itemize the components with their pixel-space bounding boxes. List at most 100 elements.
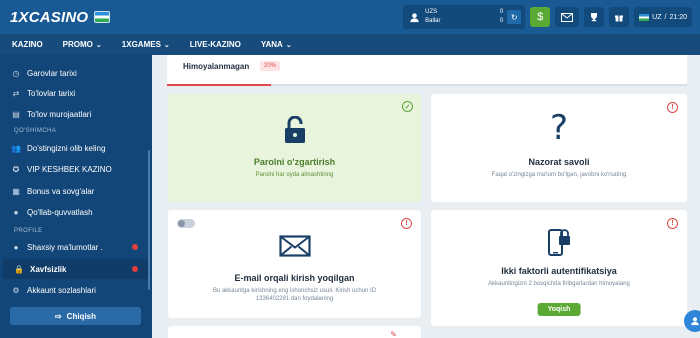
nav-item-yana[interactable]: YANA ⌄ xyxy=(261,40,292,49)
sidebar-item-label: Qo'llab-quvvatlash xyxy=(27,207,93,217)
uzbekistan-flag-icon xyxy=(94,11,111,23)
check-icon: ✓ xyxy=(402,101,413,112)
logout-icon: ⇨ xyxy=(54,311,62,321)
clock-icon: ◷ xyxy=(12,68,20,78)
card-security-question[interactable]: ! ? Nazorat savoli Faqat o'zingizga ma'l… xyxy=(431,94,687,202)
messages-button[interactable] xyxy=(555,7,580,27)
phone-lock-icon xyxy=(548,229,570,256)
users-icon: 👥 xyxy=(11,143,21,153)
sidebar-item-bet-history[interactable]: ◷ Garovlar tarixi xyxy=(0,63,148,83)
sidebar-item-account-settings[interactable]: ⚙ Akkaunt sozlashlari xyxy=(0,280,148,300)
card-title: E-mail orqali kirish yoqilgan xyxy=(234,273,355,283)
main-nav: KAZINO PROMO ⌄ 1XGAMES ⌄ LIVE-KAZINO YANA ⌄ xyxy=(0,34,700,55)
logout-button[interactable]: ⇨ Chiqish xyxy=(10,307,141,325)
sidebar-item-payment-requests[interactable]: ▤ To'lov murojaatlari xyxy=(0,104,148,124)
nav-label: YANA xyxy=(260,40,283,49)
vip-icon: ✪ xyxy=(12,164,20,174)
receipt-icon: ▤ xyxy=(12,109,20,119)
warning-icon: ! xyxy=(667,102,678,113)
card-partial: ✎ xyxy=(168,326,421,338)
sidebar-item-vip-cashback[interactable]: ✪ VIP KESHBEK KAZINO xyxy=(0,159,148,179)
sidebar-item-label: To'lov murojaatlari xyxy=(27,109,92,119)
security-status-label: Himoyalanmagan xyxy=(183,62,250,71)
sidebar-item-label: Garovlar tarixi xyxy=(27,68,77,78)
card-change-password[interactable]: ✓ Parolni o'zgartirish Parolni har oyda … xyxy=(168,94,421,202)
points-label: Ballar xyxy=(425,18,441,24)
card-description: Bu akkauntga kirishning eng ishonchsiz u… xyxy=(212,288,377,302)
refresh-icon[interactable]: ↻ xyxy=(507,10,522,24)
warning-dot-icon xyxy=(132,244,138,250)
envelope-icon xyxy=(278,235,311,257)
question-mark-icon: ? xyxy=(549,108,569,148)
nav-item-kazino[interactable]: KAZINO xyxy=(12,40,43,49)
security-percent-badge: 20% xyxy=(260,61,281,71)
chat-user-icon xyxy=(691,317,699,326)
sidebar-section-profile: PROFILE xyxy=(14,228,43,234)
nav-label: PROMO xyxy=(62,40,93,49)
sidebar-item-payment-history[interactable]: ⇄ To'lovlar tarixi xyxy=(0,83,148,103)
language-time-selector[interactable]: UZ / 21:20 xyxy=(634,7,692,27)
email-login-toggle[interactable] xyxy=(177,219,195,228)
lock-icon: 🔒 xyxy=(14,264,24,274)
sidebar-item-refer-friend[interactable]: 👥 Do'stingizni olib keling xyxy=(0,138,148,158)
currency-label: UZS xyxy=(425,9,438,15)
separator: / xyxy=(664,13,667,21)
gear-icon: ⚙ xyxy=(12,285,20,295)
card-description: Akkauntingizni 2 bosqichda firibgarlarda… xyxy=(488,281,630,287)
card-title: Nazorat savoli xyxy=(528,157,590,167)
user-icon xyxy=(407,10,421,24)
card-two-factor[interactable]: ! Ikki faktorli autentifikatsiya Akkaunt… xyxy=(431,210,687,326)
enable-2fa-button[interactable]: Yoqish xyxy=(537,303,581,316)
mail-icon xyxy=(561,12,574,22)
sidebar: ◷ Garovlar tarixi ⇄ To'lovlar tarixi ▤ To'l… xyxy=(0,55,152,338)
chevron-down-icon: ⌄ xyxy=(285,41,292,49)
chevron-down-icon: ⌄ xyxy=(163,41,170,49)
points-value: 0 xyxy=(499,18,504,24)
sidebar-section-extra: QO'SHIMCHA xyxy=(14,128,57,134)
support-icon: ● xyxy=(13,207,19,217)
card-title: Parolni o'zgartirish xyxy=(253,157,336,167)
logout-label: Chiqish xyxy=(66,311,97,321)
sidebar-item-label: VIP KESHBEK KAZINO xyxy=(27,164,112,174)
chevron-down-icon: ⌄ xyxy=(95,41,102,49)
sidebar-item-personal-data[interactable]: ● Shaxsiy ma'lumotlar . xyxy=(0,237,148,257)
balance-block: UZS 0 Ballar 0 xyxy=(425,8,503,26)
dollar-icon: $ xyxy=(537,11,544,23)
card-description: Parolni har oyda almashtiring xyxy=(255,172,334,178)
brand-logo[interactable]: 1XCASINO xyxy=(10,9,88,26)
sidebar-item-support[interactable]: ● Qo'llab-quvvatlash xyxy=(0,202,148,222)
sidebar-item-label: Akkaunt sozlashlari xyxy=(27,285,96,295)
trophy-icon xyxy=(591,13,598,22)
gift-button[interactable] xyxy=(609,7,630,27)
language-code: UZ xyxy=(652,13,662,21)
nav-label: 1XGAMES xyxy=(121,40,161,49)
sidebar-item-label: Do'stingizni olib keling xyxy=(27,143,106,153)
nav-label: LIVE-KAZINO xyxy=(189,40,241,49)
gift-icon xyxy=(615,15,624,22)
card-description: Faqat o'zingizga ma'lum bo'lgan, javobni… xyxy=(491,172,627,178)
user-icon: ● xyxy=(13,242,19,252)
nav-item-live-kazino[interactable]: LIVE-KAZINO xyxy=(190,40,241,49)
clock-time: 21:20 xyxy=(669,13,687,21)
warning-icon: ! xyxy=(667,218,678,229)
nav-label: KAZINO xyxy=(12,40,43,49)
sidebar-item-security[interactable]: 🔒 Xavfsizlik xyxy=(3,259,148,279)
warning-icon: ! xyxy=(401,218,412,229)
trophy-button[interactable] xyxy=(584,7,605,27)
card-email-login[interactable]: ! E-mail orqali kirish yoqilgan Bu akkau… xyxy=(168,210,421,318)
gift-icon: ▦ xyxy=(12,186,20,196)
security-progress-fill xyxy=(167,84,271,86)
balance-value: 0 xyxy=(499,9,504,15)
transfer-icon: ⇄ xyxy=(12,88,20,98)
nav-item-promo[interactable]: PROMO ⌄ xyxy=(63,40,102,49)
deposit-button[interactable]: $ xyxy=(530,7,551,27)
sidebar-item-bonus-gifts[interactable]: ▦ Bonus va sovg'alar xyxy=(0,181,148,201)
padlock-open-icon xyxy=(284,116,305,143)
sidebar-scrollbar[interactable] xyxy=(148,150,150,290)
nav-item-1xgames[interactable]: 1XGAMES ⌄ xyxy=(122,40,170,49)
top-bar: 1XCASINO UZS 0 Ballar 0 ↻ $ UZ / 21:20 xyxy=(0,0,700,34)
edit-icon: ✎ xyxy=(390,330,397,338)
header-actions: UZS 0 Ballar 0 ↻ $ UZ / 21:20 xyxy=(403,5,692,29)
account-balance[interactable]: UZS 0 Ballar 0 ↻ xyxy=(403,5,526,29)
chat-support-button[interactable] xyxy=(684,310,700,332)
